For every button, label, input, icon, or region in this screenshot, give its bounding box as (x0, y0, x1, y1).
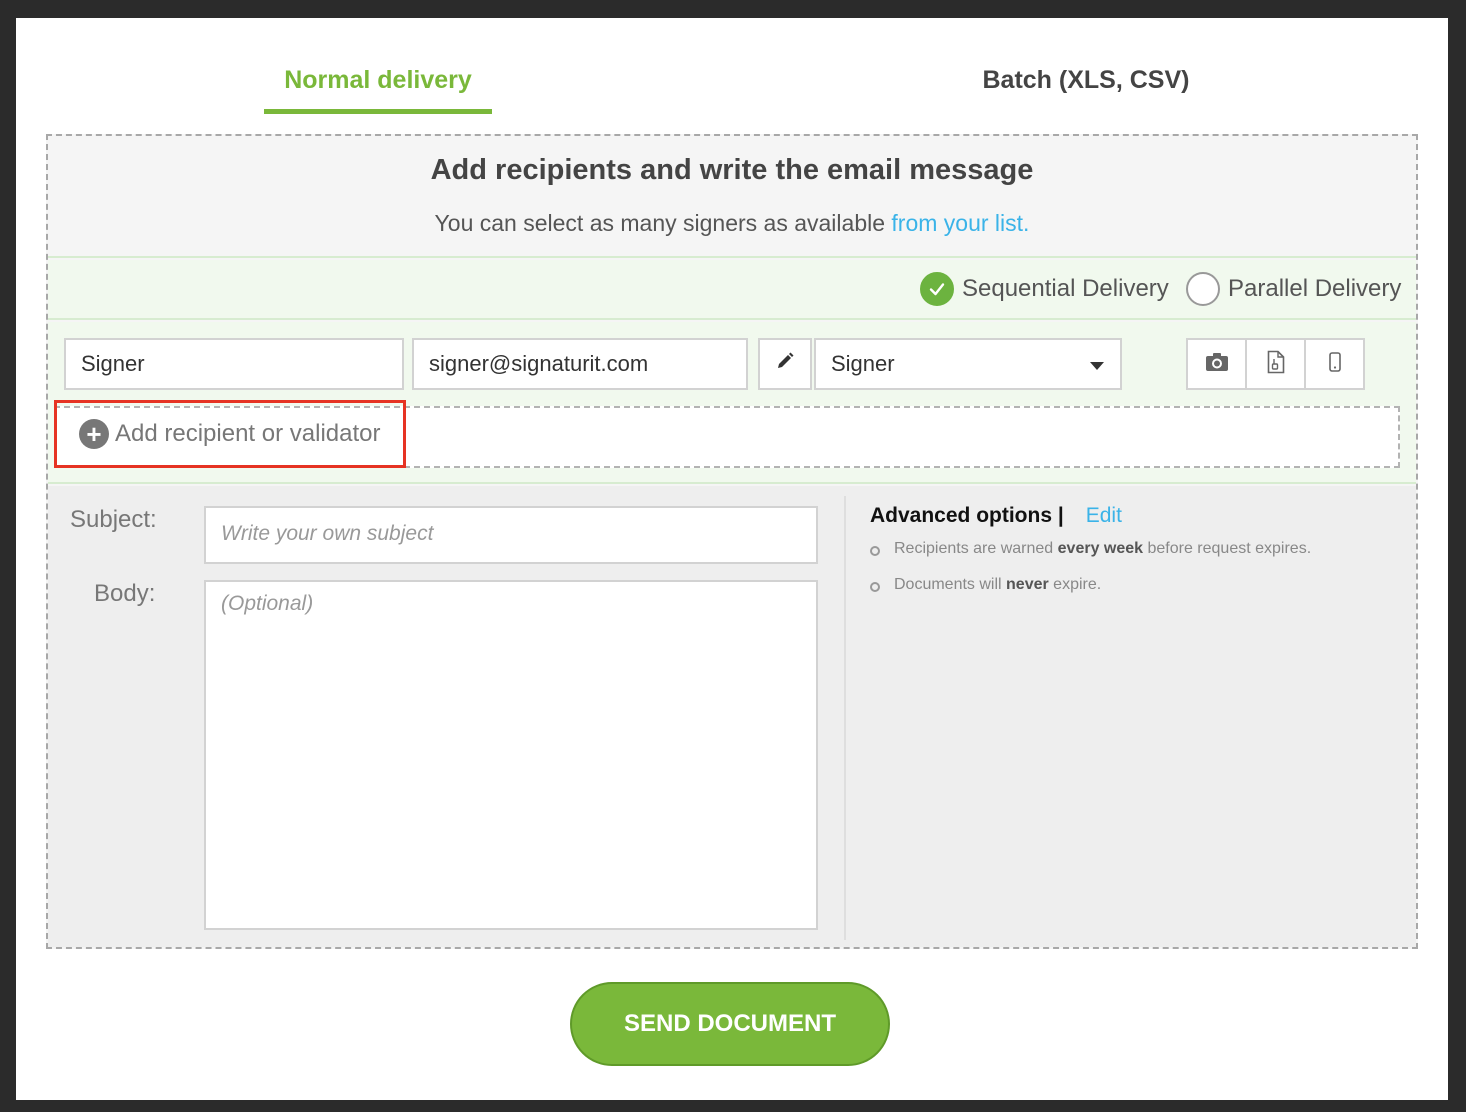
plus-circle-icon: + (79, 419, 109, 449)
add-recipient-label: Add recipient or validator (115, 420, 381, 447)
panel-subtitle: You can select as many signers as availa… (48, 210, 1416, 237)
delivery-mode-row: Sequential Delivery Parallel Delivery (48, 260, 1416, 320)
signature-type-button[interactable] (758, 338, 812, 390)
send-document-modal: Normal delivery Batch (XLS, CSV) Add rec… (16, 18, 1448, 1100)
subject-input[interactable]: Write your own subject (204, 506, 818, 564)
photo-id-button[interactable] (1186, 338, 1247, 390)
mobile-icon (1328, 351, 1341, 377)
camera-icon (1205, 352, 1229, 377)
panel-subtitle-text: You can select as many signers as availa… (434, 210, 886, 236)
add-recipient-button[interactable]: + Add recipient or validator (54, 400, 406, 468)
parallel-delivery-label: Parallel Delivery (1228, 275, 1402, 302)
subject-label: Subject: (70, 506, 157, 533)
pencil-icon (775, 351, 795, 377)
advanced-options: Advanced options | Edit Recipients are w… (870, 504, 1390, 612)
tab-batch-delivery-label: Batch (XLS, CSV) (982, 66, 1190, 94)
caret-down-icon (1090, 362, 1104, 370)
advanced-options-edit-link[interactable]: Edit (1086, 504, 1122, 528)
recipient-role-select[interactable]: Signer (814, 338, 1122, 390)
panel-header: Add recipients and write the email messa… (48, 136, 1416, 258)
recipient-verification-options (1186, 338, 1365, 390)
message-section: Subject: Write your own subject Body: (O… (48, 486, 1416, 947)
sms-verification-button[interactable] (1304, 338, 1365, 390)
radio-empty-icon (1186, 272, 1220, 306)
active-tab-underline (264, 109, 492, 114)
sequential-delivery-label: Sequential Delivery (962, 275, 1169, 302)
body-textarea[interactable]: (Optional) (204, 580, 818, 930)
send-document-button[interactable]: SEND DOCUMENT (570, 982, 890, 1066)
check-icon (920, 272, 954, 306)
recipients-panel: Add recipients and write the email messa… (46, 134, 1418, 949)
advanced-options-header: Advanced options | Edit (870, 504, 1390, 528)
recipient-email-field[interactable]: signer@signaturit.com (412, 338, 748, 390)
panel-title: Add recipients and write the email messa… (430, 154, 1034, 186)
recipient-name-field[interactable]: Signer (64, 338, 404, 390)
list-item: Documents will never expire. (870, 576, 1390, 594)
tab-normal-delivery-label: Normal delivery (284, 66, 472, 94)
document-icon (1267, 350, 1285, 379)
document-attachment-button[interactable] (1245, 338, 1306, 390)
advanced-options-list: Recipients are warned every week before … (870, 540, 1390, 594)
list-item: Recipients are warned every week before … (870, 540, 1390, 558)
sequential-delivery-radio[interactable]: Sequential Delivery (920, 272, 1169, 306)
body-label: Body: (94, 580, 156, 607)
tab-batch-delivery[interactable]: Batch (XLS, CSV) (936, 66, 1236, 95)
recipient-role-value: Signer (831, 351, 895, 376)
advanced-options-title: Advanced options | (870, 504, 1064, 527)
tab-normal-delivery[interactable]: Normal delivery (264, 66, 492, 114)
section-divider (844, 496, 846, 940)
parallel-delivery-radio[interactable]: Parallel Delivery (1186, 272, 1401, 306)
recipients-list: Signer signer@signaturit.com Signer + Ad… (48, 322, 1416, 484)
from-your-list-link[interactable]: from your list. (891, 210, 1029, 236)
